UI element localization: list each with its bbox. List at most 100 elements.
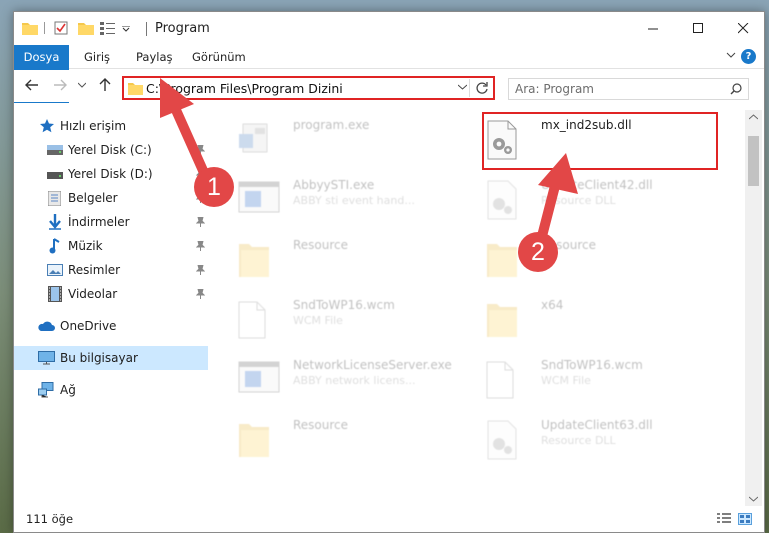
vertical-scrollbar[interactable] (745, 110, 762, 506)
file-item-mx-ind2sub[interactable]: mx_ind2sub.dll (459, 114, 699, 172)
file-item[interactable]: Resource (211, 234, 451, 292)
file-item[interactable]: Resource (459, 234, 699, 292)
forward-button[interactable] (52, 77, 68, 93)
back-button[interactable] (24, 77, 40, 93)
file-description: Resource DLL (541, 434, 616, 447)
sidebar-item-local-disk-d[interactable]: Yerel Disk (D:) (14, 162, 208, 186)
large-icons-view-icon[interactable] (738, 513, 752, 525)
file-icon (238, 301, 266, 339)
file-description: ABBY network licens... (293, 374, 416, 387)
tab-view[interactable]: Görünüm (192, 45, 246, 69)
file-name: SndToWP16.wcm (293, 298, 395, 312)
scrollbar-thumb[interactable] (748, 136, 759, 186)
drive-icon (47, 145, 63, 155)
step-badge-2: 2 (518, 232, 558, 272)
navigation-pane: Hızlı erişim Yerel Disk (C:) Yerel Disk … (14, 112, 208, 504)
sidebar-item-this-pc[interactable]: Bu bilgisayar (14, 346, 208, 370)
details-view-icon[interactable] (717, 513, 731, 525)
sidebar-item-label: İndirmeler (68, 215, 130, 229)
sidebar-item-label: Videolar (68, 287, 118, 301)
expand-ribbon-icon[interactable] (726, 51, 736, 59)
scroll-up-icon[interactable] (749, 114, 758, 120)
properties-icon[interactable] (54, 21, 68, 35)
exe-icon (238, 361, 280, 393)
file-item[interactable]: SndToWP16.wcm WCM File (459, 354, 699, 412)
dll-gear-icon (487, 420, 517, 460)
documents-icon (48, 191, 61, 206)
search-input[interactable] (515, 81, 715, 97)
minimize-button[interactable] (631, 12, 676, 44)
file-item[interactable]: UpdateClient42.dll Resource DLL (459, 174, 699, 232)
refresh-icon[interactable] (475, 81, 489, 95)
video-icon (48, 286, 62, 302)
address-bar[interactable]: C:\Program Files\Program Dizini (122, 76, 495, 100)
star-icon (40, 119, 54, 133)
file-name: NetworkLicenseServer.exe (293, 358, 452, 372)
file-item[interactable]: AbbyySTI.exe ABBY sti event hand... (211, 174, 451, 232)
sidebar-item-onedrive[interactable]: OneDrive (14, 314, 208, 338)
sidebar-item-documents[interactable]: Belgeler (14, 186, 208, 210)
address-divider (469, 79, 470, 97)
up-button[interactable] (97, 77, 113, 93)
sidebar-item-downloads[interactable]: İndirmeler (14, 210, 208, 234)
file-item[interactable]: Resource (211, 414, 451, 472)
search-box[interactable] (508, 78, 749, 100)
file-item[interactable]: SndToWP16.wcm WCM File (211, 294, 451, 352)
maximize-button[interactable] (676, 12, 721, 44)
file-description: WCM File (541, 374, 591, 387)
ribbon: Dosya Giriş Paylaş Görünüm ? (14, 45, 764, 103)
file-icon (486, 361, 514, 399)
chevron-down-icon (78, 82, 86, 88)
sidebar-item-pictures[interactable]: Resimler (14, 258, 208, 282)
folder-icon (128, 83, 143, 95)
window-title: Program (155, 21, 210, 36)
minimize-icon (648, 28, 658, 29)
tab-home[interactable]: Giriş (84, 45, 110, 69)
folder-icon (487, 304, 517, 337)
chevron-down-icon[interactable] (458, 84, 467, 90)
new-folder-icon[interactable] (78, 21, 94, 35)
view-menu-icon[interactable] (100, 21, 116, 35)
pin-icon (196, 145, 205, 155)
file-explorer-window: Program Dosya Giriş Paylaş Görünüm ? C:\… (13, 11, 765, 533)
item-count: 111 öğe (26, 512, 74, 526)
file-name: Resource (293, 418, 349, 432)
drive-icon (47, 172, 63, 179)
sidebar-item-quick-access[interactable]: Hızlı erişim (14, 114, 208, 138)
pin-icon (196, 217, 205, 227)
cloud-icon (38, 321, 55, 331)
file-item[interactable]: UpdateClient63.dll Resource DLL (459, 414, 699, 472)
file-item[interactable]: NetworkLicenseServer.exe ABBY network li… (211, 354, 452, 412)
recent-locations-button[interactable] (78, 82, 86, 88)
sidebar-item-local-disk-c[interactable]: Yerel Disk (C:) (14, 138, 208, 162)
sidebar-item-videos[interactable]: Videolar (14, 282, 208, 306)
navigation-bar: C:\Program Files\Program Dizini (14, 70, 764, 102)
sidebar-item-music[interactable]: Müzik (14, 234, 208, 258)
pin-icon (196, 265, 205, 275)
back-arrow-icon (25, 79, 38, 91)
exe-icon (239, 123, 268, 153)
help-icon[interactable]: ? (741, 49, 756, 64)
file-name: mx_ind2sub.dll (541, 118, 632, 132)
up-arrow-icon (99, 78, 111, 91)
dll-gear-icon (487, 180, 517, 220)
network-icon (38, 382, 54, 398)
file-item[interactable]: x64 (459, 294, 699, 352)
search-icon[interactable] (730, 83, 742, 95)
status-bar: 111 öğe (14, 506, 764, 532)
file-name: AbbyySTI.exe (293, 178, 375, 192)
scroll-down-icon[interactable] (749, 496, 758, 502)
step-badge-1: 1 (194, 167, 234, 207)
music-icon (49, 238, 60, 254)
sidebar-item-network[interactable]: Ağ (14, 378, 208, 402)
close-icon (738, 22, 749, 33)
file-description: ABBY sti event hand... (293, 194, 415, 207)
close-button[interactable] (721, 12, 764, 44)
file-description: Resource DLL (541, 194, 616, 207)
dll-gear-icon (487, 120, 517, 160)
customize-toolbar-chevron-icon[interactable] (122, 26, 130, 32)
file-item[interactable]: program.exe (211, 114, 451, 172)
file-name: UpdateClient63.dll (541, 418, 653, 432)
tab-share[interactable]: Paylaş (136, 45, 173, 69)
file-name: UpdateClient42.dll (541, 178, 653, 192)
